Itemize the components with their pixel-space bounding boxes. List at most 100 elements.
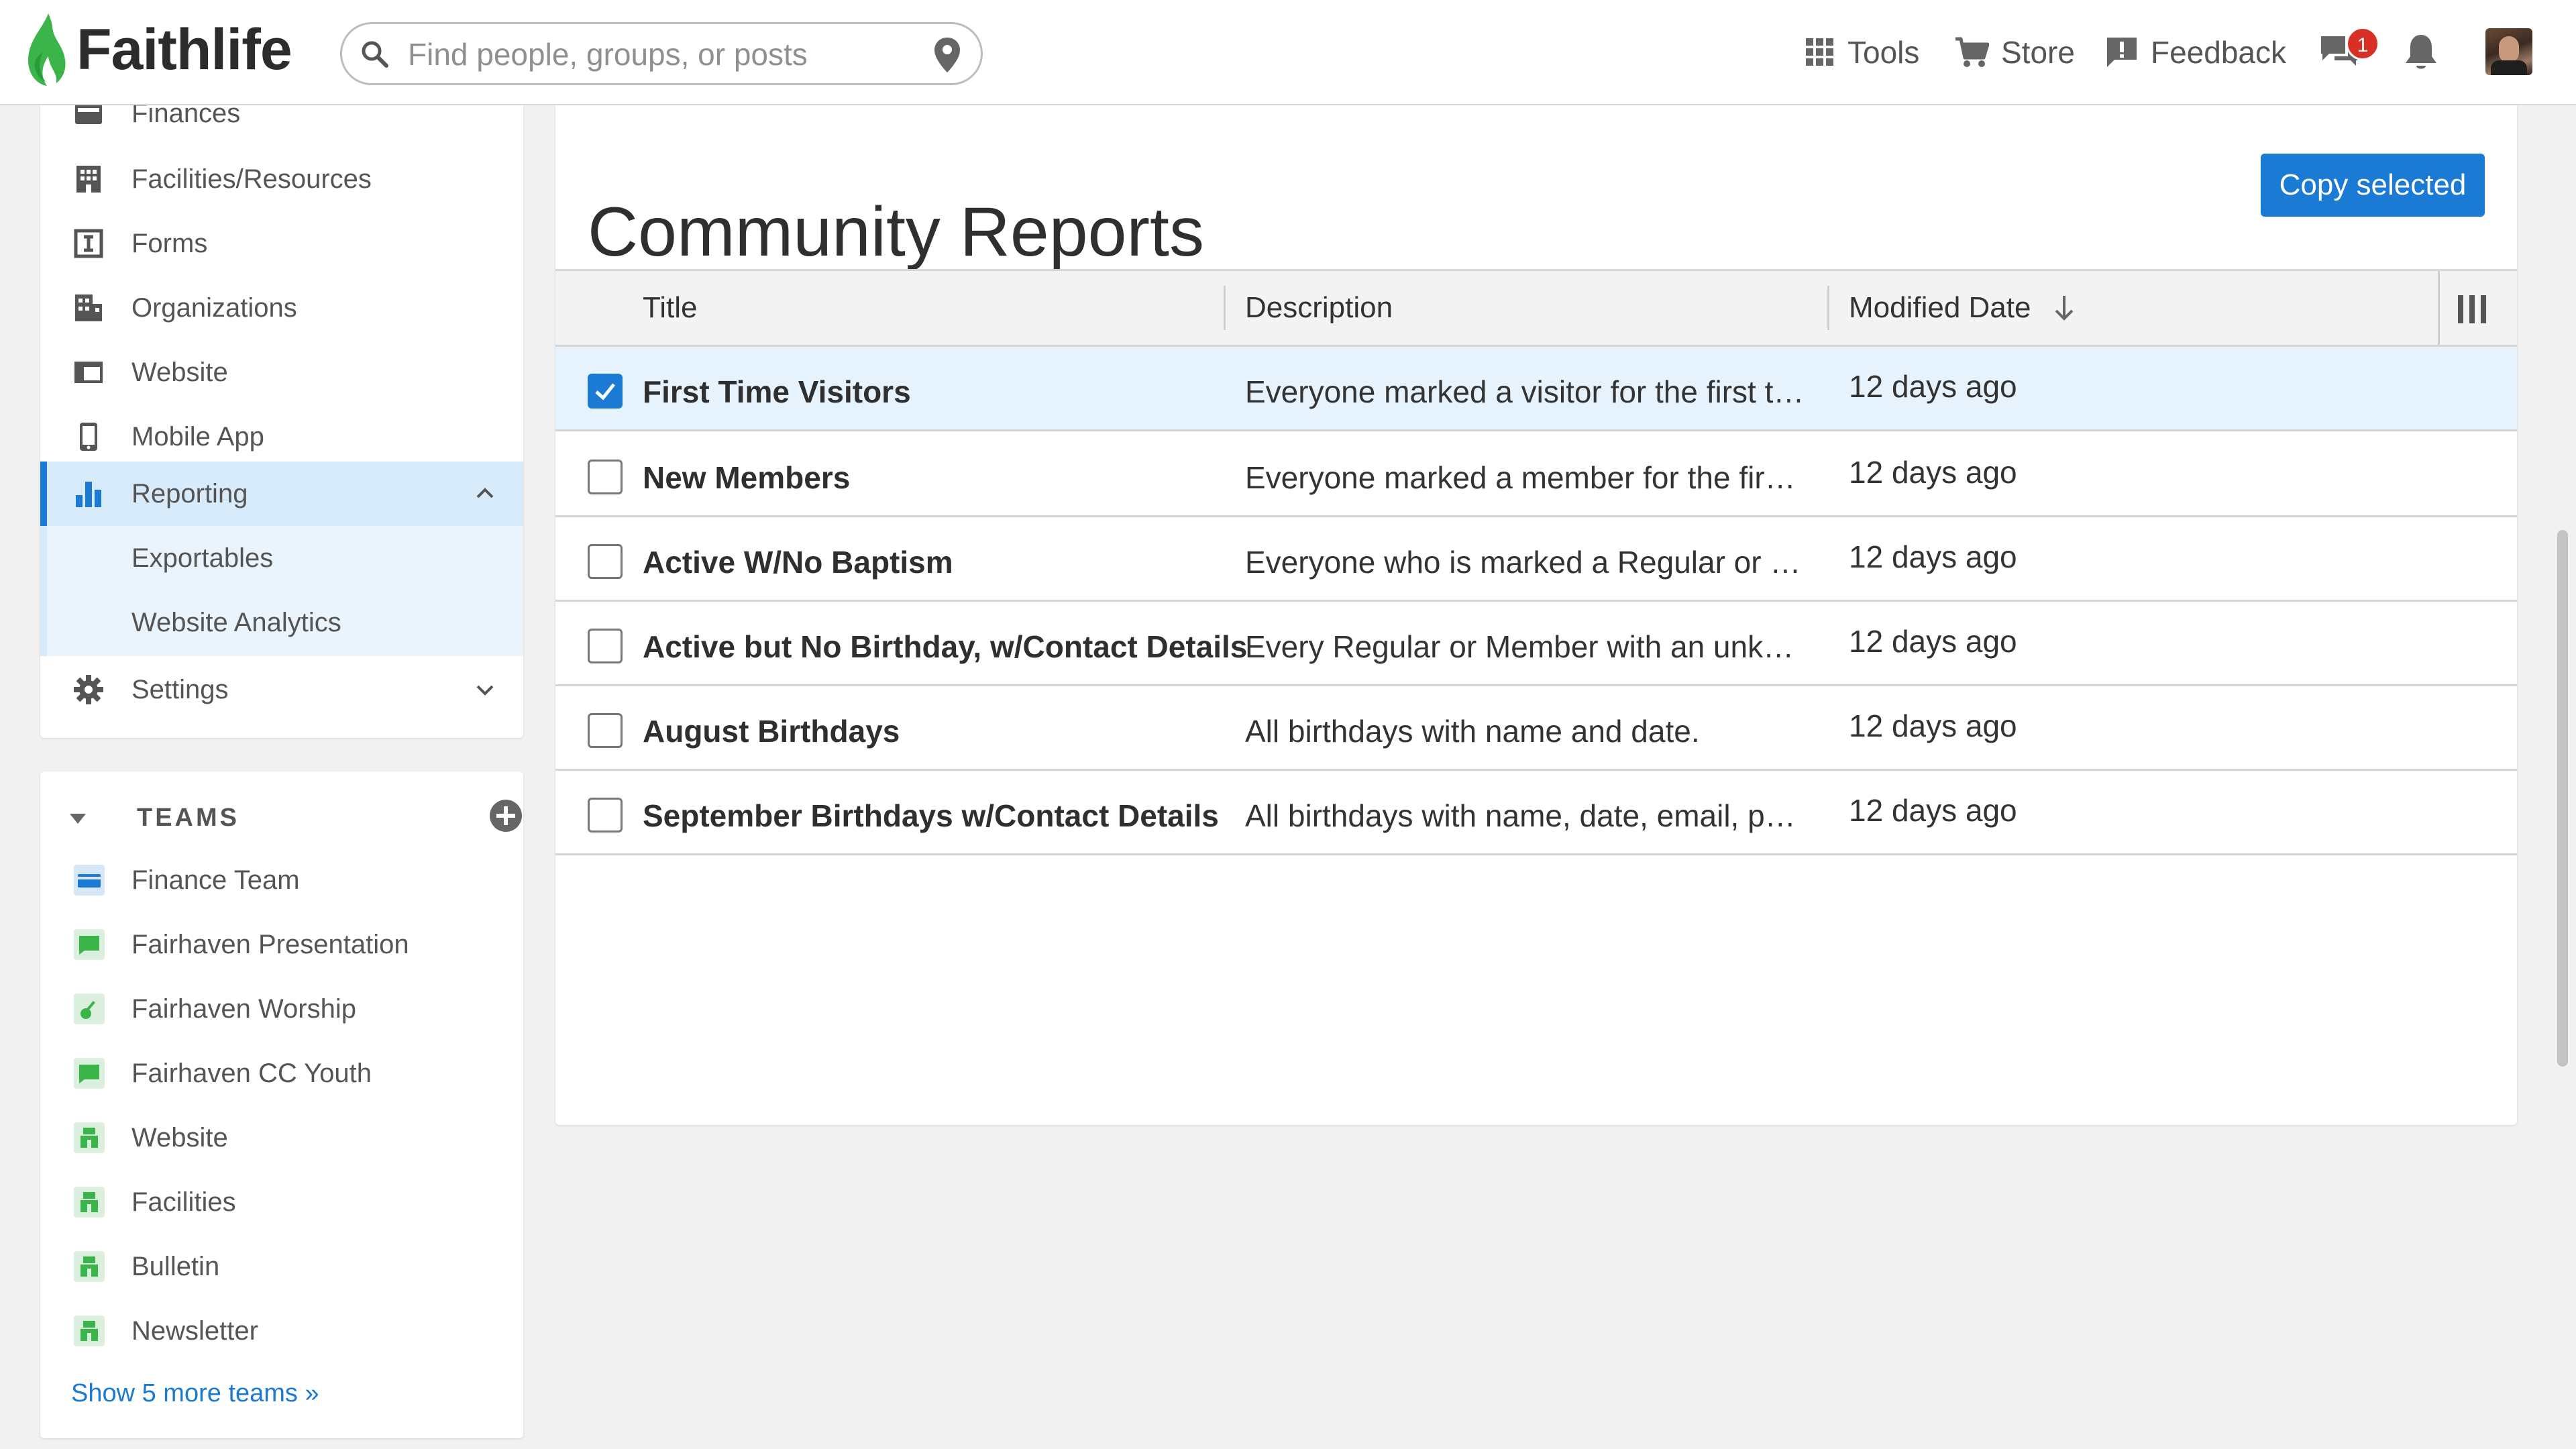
- bar-chart-icon: [76, 482, 101, 507]
- team-item-fairhaven-worship[interactable]: Fairhaven Worship: [40, 979, 523, 1039]
- chevron-up-icon[interactable]: [474, 482, 496, 505]
- organization-icon: [75, 294, 102, 321]
- team-avatar-icon: [74, 1316, 105, 1346]
- search-bar[interactable]: [340, 22, 983, 85]
- table-header: Title Description Modified Date: [555, 269, 2517, 347]
- report-title-link[interactable]: New Members: [643, 460, 850, 496]
- tools-menu[interactable]: Tools: [1805, 28, 1919, 76]
- row-checkbox[interactable]: [588, 713, 623, 748]
- sidebar-item-label: Forms: [131, 228, 208, 258]
- report-modified-date: 12 days ago: [1849, 624, 2017, 659]
- sidebar-item-facilities[interactable]: Facilities/Resources: [40, 147, 523, 211]
- column-header-modified-date[interactable]: Modified Date: [1849, 271, 2078, 345]
- gear-icon: [74, 675, 103, 704]
- sidebar-item-forms[interactable]: Forms: [40, 211, 523, 276]
- sort-descending-icon: [2055, 296, 2074, 321]
- table-row[interactable]: August Birthdays All birthdays with name …: [555, 686, 2517, 771]
- report-modified-date: 12 days ago: [1849, 539, 2017, 574]
- team-avatar-icon: [74, 1251, 105, 1282]
- sidebar-item-label: Finances: [131, 105, 241, 128]
- team-avatar-icon: [74, 929, 105, 960]
- chevron-down-icon[interactable]: [474, 678, 496, 701]
- show-more-teams-link[interactable]: Show 5 more teams »: [71, 1379, 319, 1408]
- table-row[interactable]: New Members Everyone marked a member for …: [555, 433, 2517, 517]
- report-description: All birthdays with name, date, email, ph…: [1245, 798, 1809, 833]
- report-title-link[interactable]: Active W/No Baptism: [643, 544, 953, 580]
- sidebar-item-finances[interactable]: Finances: [40, 105, 523, 146]
- row-checkbox[interactable]: [588, 460, 623, 494]
- team-item-fairhaven-cc-youth[interactable]: Fairhaven CC Youth: [40, 1043, 523, 1104]
- sidebar-item-settings[interactable]: Settings: [40, 657, 523, 722]
- row-checkbox[interactable]: [588, 544, 623, 579]
- team-avatar-icon: [74, 1058, 105, 1089]
- table-row[interactable]: September Birthdays w/Contact Details All…: [555, 771, 2517, 855]
- team-label: Fairhaven Worship: [131, 994, 356, 1024]
- report-description: Everyone marked a member for the first t…: [1245, 460, 1809, 495]
- report-title-link[interactable]: Active but No Birthday, w/Contact Detail…: [643, 629, 1247, 665]
- submenu-item-exportables[interactable]: Exportables: [131, 543, 273, 574]
- team-item-website[interactable]: Website: [40, 1108, 523, 1168]
- page-scrollbar[interactable]: [2557, 530, 2568, 1067]
- row-checkbox[interactable]: [588, 798, 623, 833]
- community-reports-panel: Community Reports Copy selected Title De…: [555, 105, 2517, 1125]
- report-title-link[interactable]: September Birthdays w/Contact Details: [643, 798, 1219, 834]
- sidebar-item-reporting[interactable]: Reporting: [40, 462, 523, 526]
- team-item-bulletin[interactable]: Bulletin: [40, 1236, 523, 1297]
- team-label: Bulletin: [131, 1251, 220, 1281]
- report-modified-date: 12 days ago: [1849, 455, 2017, 490]
- feedback-menu[interactable]: Feedback: [2105, 28, 2286, 76]
- team-label: Fairhaven CC Youth: [131, 1058, 372, 1088]
- table-row[interactable]: Active W/No Baptism Everyone who is marke…: [555, 517, 2517, 602]
- table-row[interactable]: First Time Visitors Everyone marked a vis…: [555, 347, 2517, 431]
- faithlife-logo[interactable]: Faithlife: [23, 11, 292, 89]
- form-icon: [74, 229, 103, 258]
- finances-icon: [75, 105, 102, 124]
- teams-panel: TEAMS Finance Team Fairhaven Presentatio…: [40, 771, 523, 1438]
- sidebar-item-label: Organizations: [131, 292, 297, 323]
- team-avatar-icon: [74, 1122, 105, 1153]
- sidebar-item-website[interactable]: Website: [40, 340, 523, 405]
- team-item-fairhaven-presentation[interactable]: Fairhaven Presentation: [40, 914, 523, 975]
- report-description: Everyone who is marked a Regular or Memb…: [1245, 545, 1809, 580]
- sidebar-item-organizations[interactable]: Organizations: [40, 276, 523, 340]
- team-label: Facilities: [131, 1187, 236, 1217]
- team-avatar-icon: [74, 994, 105, 1024]
- team-item-newsletter[interactable]: Newsletter: [40, 1301, 523, 1361]
- avatar[interactable]: [2485, 28, 2532, 75]
- report-title-link[interactable]: August Birthdays: [643, 713, 900, 749]
- table-row[interactable]: Active but No Birthday, w/Contact Detail…: [555, 602, 2517, 686]
- report-description: All birthdays with name and date.: [1245, 714, 1700, 749]
- row-checkbox[interactable]: [588, 629, 623, 663]
- store-menu[interactable]: Store: [1954, 28, 2075, 76]
- team-label: Newsletter: [131, 1316, 258, 1346]
- sidebar-item-label: Website: [131, 357, 228, 387]
- team-label: Website: [131, 1122, 228, 1152]
- copy-selected-button[interactable]: Copy selected: [2261, 154, 2485, 217]
- add-team-icon[interactable]: [488, 798, 523, 833]
- search-input[interactable]: [407, 32, 906, 76]
- bell-icon[interactable]: [2402, 32, 2440, 74]
- submenu-item-website-analytics[interactable]: Website Analytics: [131, 608, 341, 638]
- team-item-facilities[interactable]: Facilities: [40, 1172, 523, 1232]
- report-description: Every Regular or Member with an unknown …: [1245, 629, 1809, 664]
- tools-label: Tools: [1847, 35, 1920, 70]
- grid-icon: [1806, 38, 1833, 66]
- checkmark-icon: [595, 383, 615, 400]
- row-checkbox[interactable]: [588, 374, 623, 409]
- sidebar-item-label: Facilities/Resources: [131, 164, 372, 194]
- team-avatar-icon: [74, 865, 105, 896]
- caret-down-icon[interactable]: [67, 808, 89, 829]
- report-title-link[interactable]: First Time Visitors: [643, 374, 911, 410]
- column-header-title[interactable]: Title: [643, 271, 698, 345]
- cart-icon: [1955, 37, 1989, 67]
- teams-header: TEAMS: [67, 798, 522, 839]
- team-avatar-icon: [74, 1187, 105, 1218]
- sidebar-item-mobile-app[interactable]: Mobile App: [40, 405, 523, 469]
- teams-heading: TEAMS: [137, 804, 239, 832]
- report-modified-date: 12 days ago: [1849, 369, 2017, 404]
- column-chooser-icon[interactable]: [2455, 294, 2489, 325]
- team-item-finance-team[interactable]: Finance Team: [40, 850, 523, 910]
- location-pin-icon[interactable]: [932, 36, 962, 74]
- sidebar-item-label: Mobile App: [131, 421, 264, 451]
- column-header-description[interactable]: Description: [1245, 271, 1393, 345]
